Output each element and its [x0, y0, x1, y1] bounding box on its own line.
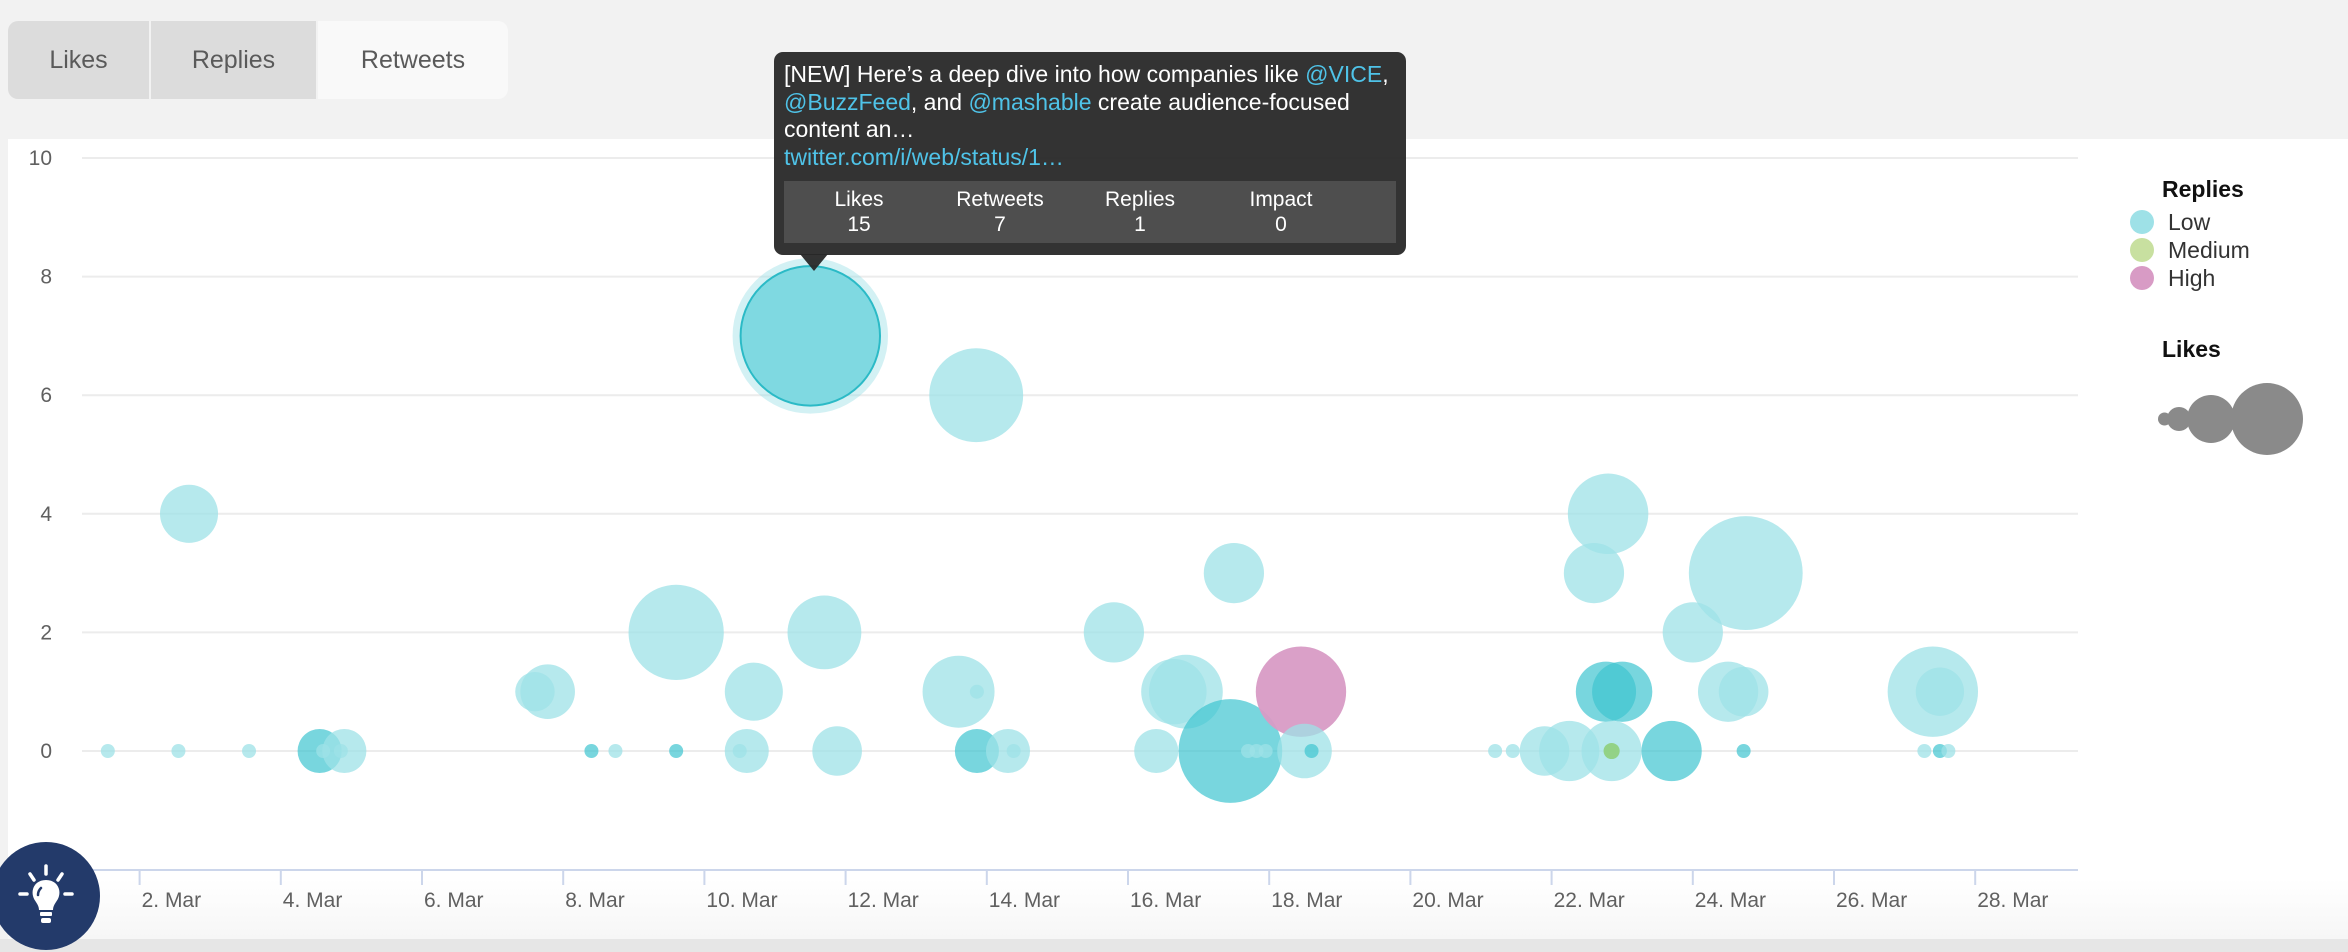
bubble-point[interactable]	[724, 662, 783, 721]
bubble-point[interactable]	[1917, 744, 1932, 758]
x-tick-label: 6. Mar	[424, 889, 484, 912]
stat-retweets: Retweets 7	[956, 188, 1044, 236]
bubble-point[interactable]	[787, 595, 862, 670]
bubble-point[interactable]	[1941, 744, 1956, 758]
bubble-point[interactable]	[159, 484, 219, 543]
bubble-point[interactable]	[628, 584, 724, 681]
tooltip-text-part: , and	[910, 88, 969, 115]
replies-legend: Replies Low Medium High	[2130, 176, 2250, 292]
bubble-point[interactable]	[1505, 744, 1520, 758]
legend-dot-high	[2130, 266, 2154, 290]
bubbles	[100, 258, 1979, 803]
bubble-point[interactable]	[1641, 720, 1702, 782]
bubble-point[interactable]	[929, 348, 1024, 443]
tooltip-mention[interactable]: @mashable	[968, 89, 1091, 115]
bubble-point[interactable]	[1603, 742, 1620, 760]
bubble-point[interactable]	[1134, 728, 1179, 774]
y-axis-ticks: 0 2 4 6 8 10	[29, 147, 53, 763]
x-axis: 2. Mar 4. Mar 6. Mar 8. Mar 10. Mar 12. Mar 14…	[82, 869, 2078, 912]
replies-legend-title: Replies	[2162, 176, 2244, 202]
x-tick-label: 18. Mar	[1271, 889, 1342, 912]
likes-legend-bubble	[2231, 383, 2303, 455]
tooltip-text: [NEW] Here’s a deep dive into how compan…	[784, 61, 1396, 171]
bubble-point[interactable]	[1083, 602, 1144, 663]
legend-item-high[interactable]: High	[2130, 264, 2250, 292]
tooltip-arrow	[800, 254, 828, 271]
x-tick-label: 22. Mar	[1554, 889, 1625, 912]
legend-dot-medium	[2130, 238, 2154, 262]
bubble-point[interactable]	[316, 744, 331, 758]
bubble-point[interactable]	[1258, 744, 1273, 758]
tooltip-mention[interactable]: @BuzzFeed	[784, 89, 911, 115]
tweet-tooltip: [NEW] Here’s a deep dive into how compan…	[774, 52, 1406, 255]
bubble-point[interactable]	[969, 684, 984, 699]
bubble-point[interactable]	[333, 744, 348, 758]
legend-item-low[interactable]: Low	[2130, 208, 2250, 236]
bubble-point[interactable]	[1736, 744, 1751, 758]
x-tick-label: 2. Mar	[142, 889, 202, 912]
y-tick-label: 0	[40, 740, 52, 763]
likes-legend-title: Likes	[2162, 336, 2221, 362]
bubble-point[interactable]	[1688, 516, 1803, 631]
likes-size-legend	[2158, 383, 2303, 455]
bubble-point[interactable]	[608, 744, 623, 758]
bubble-point[interactable]	[1488, 744, 1503, 758]
x-tick-label: 10. Mar	[706, 889, 777, 912]
bubble-point[interactable]	[812, 726, 862, 776]
bubble-point[interactable]	[520, 664, 575, 719]
y-tick-label: 6	[40, 384, 52, 407]
y-tick-label: 8	[40, 266, 52, 289]
bubble-point[interactable]	[100, 744, 115, 758]
x-tick-label: 20. Mar	[1412, 889, 1483, 912]
y-tick-label: 4	[40, 503, 52, 526]
legend-item-medium[interactable]: Medium	[2130, 236, 2250, 264]
tooltip-text-part: ,	[1382, 61, 1389, 87]
x-tick-label: 24. Mar	[1695, 889, 1766, 912]
x-tick-label: 14. Mar	[989, 889, 1060, 912]
bubble-point[interactable]	[669, 744, 684, 758]
stat-impact: Impact 0	[1249, 188, 1313, 236]
bubble-point[interactable]	[1915, 667, 1965, 716]
bubble-point[interactable]	[1277, 723, 1332, 779]
x-tick-label: 4. Mar	[283, 889, 343, 912]
likes-legend-bubble	[2187, 395, 2235, 443]
y-tick-label: 10	[29, 147, 52, 170]
bubble-point[interactable]	[1203, 542, 1265, 604]
footer-bar	[0, 939, 2348, 952]
x-tick-label: 12. Mar	[848, 889, 919, 912]
stat-likes: Likes 15	[834, 188, 884, 236]
bubble-point[interactable]	[1304, 744, 1319, 758]
tooltip-stats: Likes 15 Retweets 7 Replies 1 Impact 0	[784, 181, 1396, 243]
y-tick-label: 2	[40, 621, 52, 644]
x-tick-label: 16. Mar	[1130, 889, 1201, 912]
legend-dot-low	[2130, 210, 2154, 234]
likes-legend: Likes	[2130, 336, 2221, 363]
tooltip-text-part: [NEW] Here’s a deep dive into how compan…	[784, 61, 1306, 87]
bubble-point[interactable]	[171, 744, 186, 758]
tooltip-mention[interactable]: @VICE	[1305, 61, 1382, 87]
x-tick-label: 26. Mar	[1836, 889, 1907, 912]
bubble-point[interactable]	[1255, 646, 1347, 737]
bubble-point[interactable]	[1006, 744, 1021, 758]
bubble-point[interactable]	[242, 744, 257, 758]
bubble-point[interactable]	[724, 728, 769, 774]
x-tick-label: 8. Mar	[565, 889, 625, 912]
x-tick-label: 28. Mar	[1977, 889, 2048, 912]
bubble-point[interactable]	[1592, 661, 1653, 722]
bubble-point[interactable]	[732, 744, 747, 758]
bubble-point[interactable]	[1567, 473, 1649, 555]
bubble-point[interactable]	[1718, 666, 1769, 717]
bubble-point-selected[interactable]	[739, 265, 882, 407]
lightbulb-icon	[18, 864, 74, 923]
stat-replies: Replies 1	[1104, 188, 1176, 236]
tooltip-link[interactable]: twitter.com/i/web/status/1…	[784, 144, 1064, 170]
bubble-point[interactable]	[584, 744, 599, 758]
